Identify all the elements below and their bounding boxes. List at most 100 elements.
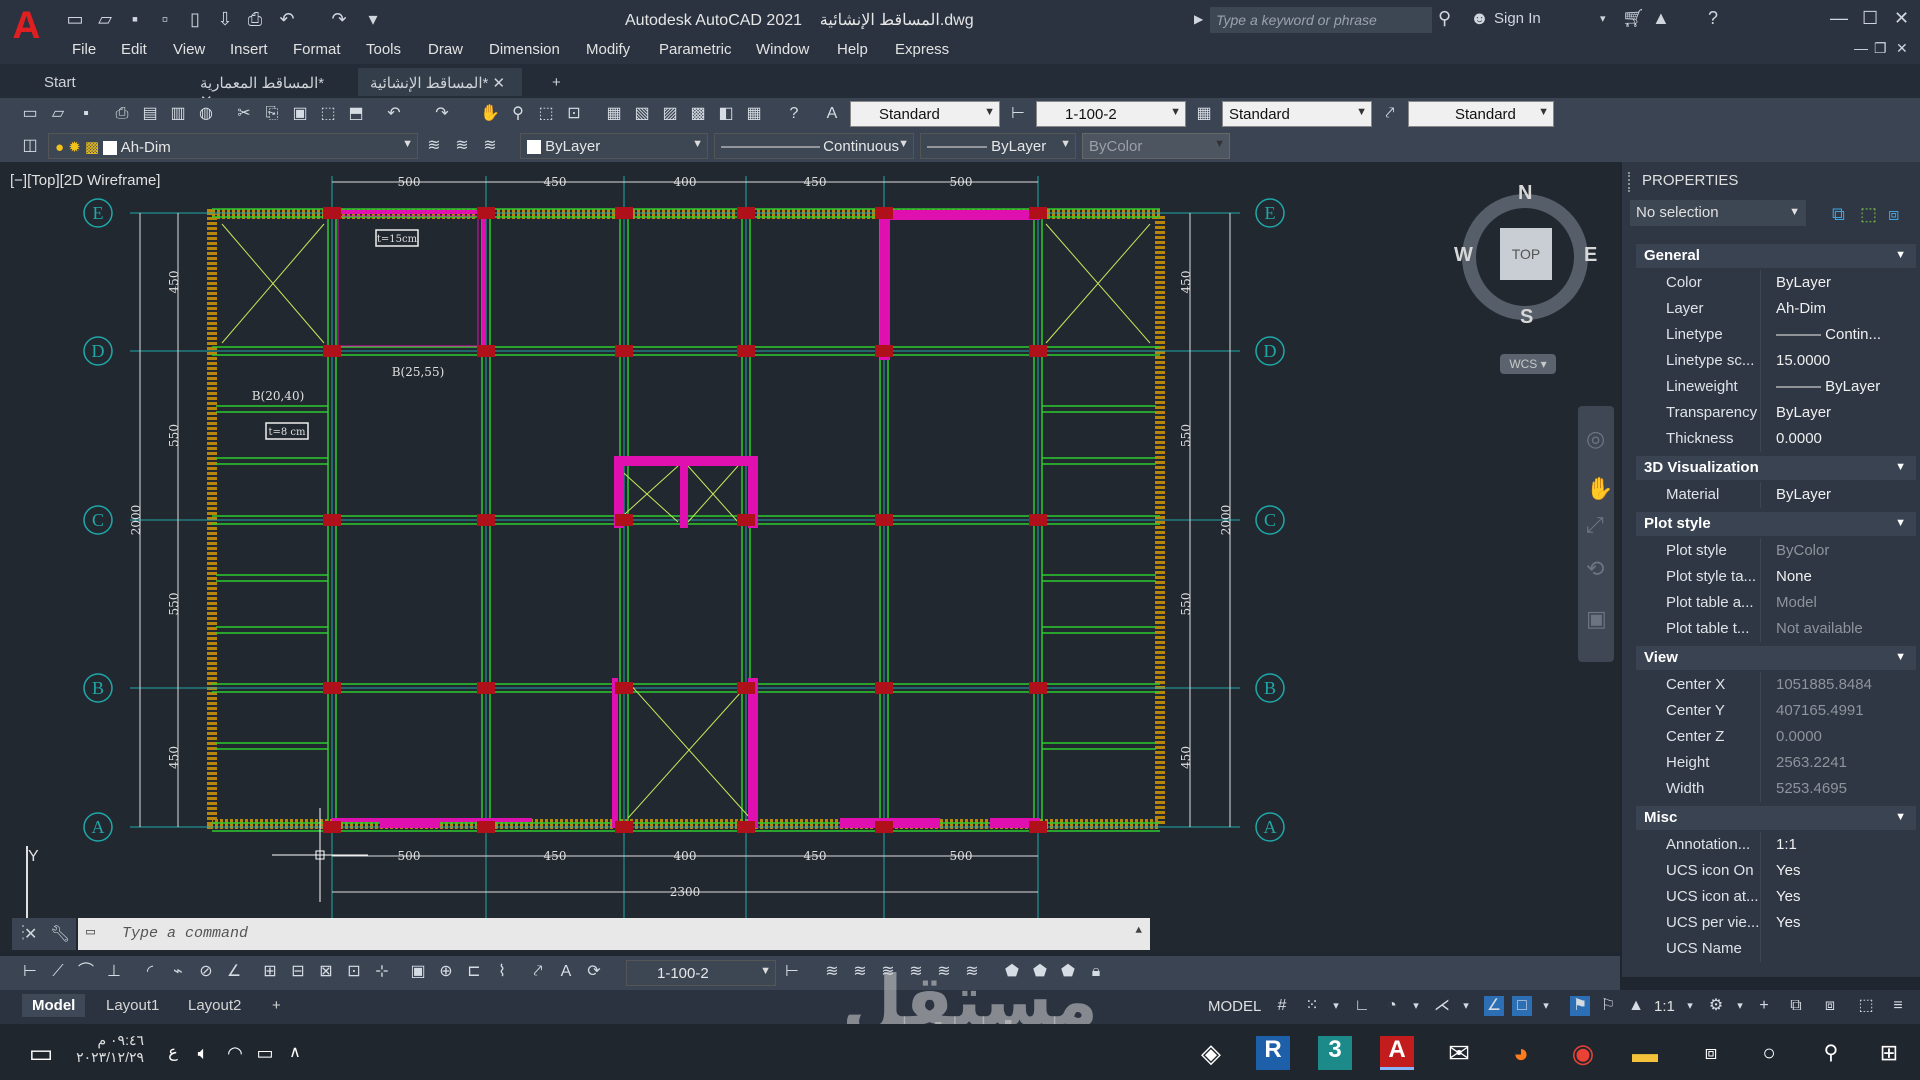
plot-icon[interactable]: ⎙ — [244, 8, 266, 30]
aligned-dim-icon[interactable]: ⟋ — [48, 962, 68, 982]
tab-layout2[interactable]: Layout2 — [178, 994, 251, 1017]
menu-tools[interactable]: Tools — [366, 41, 401, 58]
zoom-extents-icon[interactable]: ⤢ — [1586, 512, 1604, 538]
prop-value[interactable]: Yes — [1776, 914, 1914, 931]
new-tab-button[interactable]: + — [540, 68, 570, 96]
tolerance-icon[interactable]: ▣ — [408, 962, 428, 982]
snap-icon[interactable]: ⁙ — [1302, 996, 1322, 1016]
collapse-icon[interactable]: ▼ — [1895, 651, 1906, 663]
table-style-icon[interactable]: ▦ — [1194, 104, 1214, 124]
prop-value[interactable]: 15.0000 — [1776, 352, 1914, 369]
isodraft-dropdown-icon[interactable]: ▾ — [1456, 996, 1476, 1016]
recent-commands-icon[interactable]: ▲ — [1135, 925, 1142, 937]
center-mark-icon[interactable]: ⊕ — [436, 962, 456, 982]
compass-east[interactable]: E — [1584, 244, 1597, 267]
prop-row[interactable]: Linetype sc... 15.0000 — [1636, 348, 1916, 374]
ortho-icon[interactable]: ∟ — [1352, 996, 1372, 1016]
doc-restore-icon[interactable]: ❐ — [1874, 40, 1887, 57]
prop-value[interactable]: ——— ByLayer — [1776, 378, 1914, 395]
customize-status-icon[interactable]: ≡ — [1888, 996, 1908, 1016]
open-web-icon[interactable]: ▯ — [184, 8, 206, 30]
layer-properties-icon[interactable]: ◫ — [20, 136, 40, 156]
publish-icon[interactable]: ▥ — [168, 104, 188, 124]
properties-icon[interactable]: ▦ — [604, 104, 624, 124]
menu-help[interactable]: Help — [837, 41, 868, 58]
cut-icon[interactable]: ✂ — [234, 104, 254, 124]
quick-dim-icon[interactable]: ⊞ — [260, 962, 280, 982]
qnew-icon[interactable]: ▭ — [20, 104, 40, 124]
baseline-icon[interactable]: ⊟ — [288, 962, 308, 982]
diameter-icon[interactable]: ⊘ — [196, 962, 216, 982]
angular-icon[interactable]: ∠ — [224, 962, 244, 982]
prop-row[interactable]: Center Z 0.0000 — [1636, 724, 1916, 750]
customize-icon[interactable]: 🔧︎ — [50, 924, 70, 944]
prop-value[interactable]: Not available — [1776, 620, 1914, 637]
continue-icon[interactable]: ⊠ — [316, 962, 336, 982]
menu-draw[interactable]: Draw — [428, 41, 463, 58]
prop-value[interactable]: ——— Contin... — [1776, 326, 1914, 343]
sheetset-icon[interactable]: ▩ — [688, 104, 708, 124]
units-icon[interactable]: ⧉ — [1786, 996, 1806, 1016]
expand-search-icon[interactable]: ▶ — [1194, 12, 1203, 26]
prop-section-header[interactable]: Plot style ▼ — [1636, 512, 1916, 536]
paste-icon[interactable]: ▣ — [290, 104, 310, 124]
new-icon[interactable]: ▭ — [64, 8, 86, 30]
3dprint-icon[interactable]: ◍ — [196, 104, 216, 124]
annotation-visibility-icon[interactable]: ⚑ — [1570, 996, 1590, 1016]
viewcube[interactable]: TOP N S E W — [1454, 182, 1597, 328]
mail-icon[interactable]: ✉ — [1442, 1036, 1476, 1070]
clean-screen-icon[interactable]: ⬚ — [1856, 996, 1876, 1016]
open-icon[interactable]: ▱ — [94, 8, 116, 30]
menu-file[interactable]: File — [72, 41, 96, 58]
dim-style-select[interactable]: 1-100-2 ▼ — [1036, 101, 1186, 127]
command-input[interactable]: ▭ Type a command ▲ — [78, 918, 1150, 950]
prop-value[interactable]: 1051885.8484 — [1776, 676, 1914, 693]
prop-row[interactable]: Plot table t... Not available — [1636, 616, 1916, 642]
annotation-monitor-icon[interactable]: + — [1754, 996, 1774, 1016]
preview-icon[interactable]: ▤ — [140, 104, 160, 124]
drawing-canvas[interactable]: EEDDCCBBAA123456500500450450400400450450… — [0, 162, 1620, 952]
chrome-icon[interactable]: ◉ — [1566, 1036, 1600, 1070]
collapse-icon[interactable]: ▼ — [1895, 461, 1906, 473]
undo-icon[interactable]: ↶ — [384, 104, 404, 124]
prop-value[interactable]: ByLayer — [1776, 274, 1914, 291]
redo-icon[interactable]: ↷ — [328, 8, 350, 30]
sign-in-link[interactable]: Sign In — [1494, 10, 1541, 27]
prop-value[interactable]: ByLayer — [1776, 486, 1914, 503]
prop-row[interactable]: UCS Name — [1636, 936, 1916, 962]
lineweight-select[interactable]: ———— ByLayer ▼ — [920, 133, 1076, 159]
menu-view[interactable]: View — [173, 41, 205, 58]
search-icon[interactable]: ⚲ — [1814, 1036, 1848, 1070]
annotation-scale-icon[interactable]: ▲ — [1626, 996, 1646, 1016]
prop-value[interactable]: Yes — [1776, 862, 1914, 879]
dim-style-icon[interactable]: ⊢ — [1008, 104, 1028, 124]
ordinate-icon[interactable]: ⊥ — [104, 962, 124, 982]
prop-row[interactable]: UCS per vie... Yes — [1636, 910, 1916, 936]
prop-row[interactable]: UCS icon On Yes — [1636, 858, 1916, 884]
prop-row[interactable]: Center X 1051885.8484 — [1636, 672, 1916, 698]
prop-row[interactable]: Height 2563.2241 — [1636, 750, 1916, 776]
viewcube-top-face[interactable]: TOP — [1500, 228, 1552, 280]
layer-previous-icon[interactable]: ≋ — [452, 136, 472, 156]
menu-modify[interactable]: Modify — [586, 41, 630, 58]
quick-properties-icon[interactable]: ⧈ — [1820, 996, 1840, 1016]
osnap-dropdown-icon[interactable]: ▾ — [1536, 996, 1556, 1016]
sign-in-dropdown-icon[interactable]: ▾ — [1600, 12, 1606, 25]
prop-value[interactable]: None — [1776, 568, 1914, 585]
copy-icon[interactable]: ⎘ — [262, 104, 282, 124]
prop-value[interactable]: ByColor — [1776, 542, 1914, 559]
save-icon[interactable]: ▪ — [124, 8, 146, 30]
revit-icon[interactable]: R — [1256, 1036, 1290, 1070]
open-icon[interactable]: ▱ — [48, 104, 68, 124]
prop-row[interactable]: UCS icon at... Yes — [1636, 884, 1916, 910]
prop-row[interactable]: Plot style ByColor — [1636, 538, 1916, 564]
prop-row[interactable]: Layer Ah-Dim — [1636, 296, 1916, 322]
layer-state-icon[interactable]: ≋ — [480, 136, 500, 156]
prop-row[interactable]: Plot table a... Model — [1636, 590, 1916, 616]
mleader-style-select[interactable]: Standard ▼ — [1408, 101, 1554, 127]
break-icon[interactable]: ⊹ — [372, 962, 392, 982]
close-command-icon[interactable]: ✕ — [24, 924, 37, 944]
prop-section-header[interactable]: View ▼ — [1636, 646, 1916, 670]
menu-format[interactable]: Format — [293, 41, 341, 58]
model-space-button[interactable]: MODEL — [1208, 998, 1261, 1015]
